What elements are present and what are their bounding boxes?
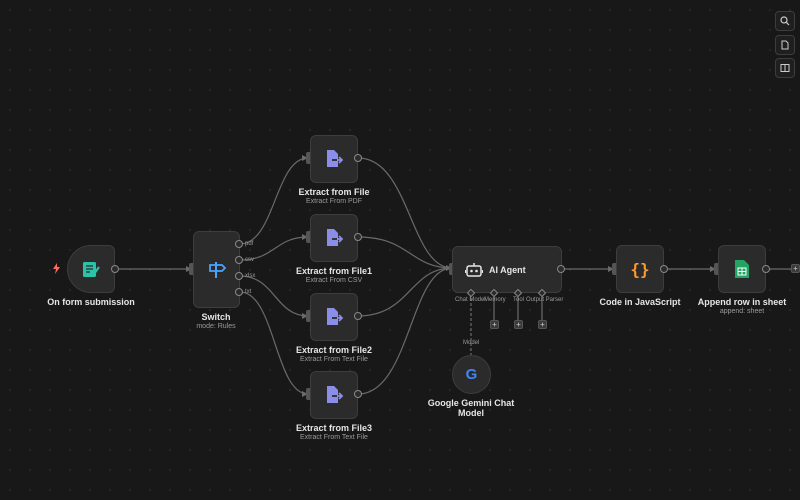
node-google-gemini-chat-model[interactable]: G — [452, 355, 491, 394]
lightning-icon — [53, 263, 60, 274]
file-export-icon — [327, 229, 344, 246]
port-label: txt — [245, 289, 252, 295]
node-subtitle: Extract From Text File — [300, 356, 368, 363]
form-icon — [83, 262, 100, 277]
note-icon — [781, 40, 789, 50]
agent-output-port[interactable] — [557, 265, 565, 273]
port-label: Tool — [513, 297, 525, 303]
node-extract-from-file2[interactable] — [310, 293, 358, 341]
node-title: Model — [458, 408, 484, 418]
node-title: Extract from File3 — [295, 423, 373, 433]
google-sheets-icon — [735, 260, 749, 278]
search-icon — [780, 16, 790, 26]
node-title: On form submission — [47, 297, 135, 307]
add-node-button[interactable]: + — [791, 264, 800, 273]
node-title: Extract from File1 — [295, 266, 373, 276]
panel-toggle-button[interactable] — [775, 58, 795, 78]
port-label: Output Parser — [526, 297, 564, 303]
node-subtitle: Extract From CSV — [305, 277, 363, 284]
sheet-output-port[interactable] — [762, 265, 770, 273]
switch-output-csv[interactable] — [235, 256, 243, 264]
node-subtitle: Extract From Text File — [300, 434, 368, 441]
node-subtitle: append: sheet — [719, 308, 765, 315]
node-subtitle: Extract From PDF — [305, 198, 362, 205]
node-extract-from-file[interactable] — [310, 135, 358, 183]
sticky-note-button[interactable] — [775, 35, 795, 55]
node-switch[interactable] — [193, 231, 240, 308]
add-output-parser-button[interactable]: + — [538, 320, 547, 329]
add-tool-button[interactable]: + — [514, 320, 523, 329]
file-export-icon — [327, 308, 344, 325]
signpost-icon — [208, 261, 226, 278]
switch-output-txt[interactable] — [235, 288, 243, 296]
code-output-port[interactable] — [660, 265, 668, 273]
node-title: Google Gemini Chat — [427, 398, 515, 408]
node-code-in-javascript[interactable]: {} — [616, 245, 664, 293]
robot-icon — [465, 262, 483, 277]
extract3-output-port[interactable] — [354, 390, 362, 398]
extract2-output-port[interactable] — [354, 312, 362, 320]
node-title: Switch — [201, 312, 231, 322]
code-braces-icon: {} — [630, 259, 650, 279]
connections — [118, 155, 792, 397]
node-on-form-submission[interactable] — [67, 245, 115, 293]
switch-output-pdf[interactable] — [235, 240, 243, 248]
port-label: csv — [245, 257, 254, 263]
port-label: Memory — [484, 297, 506, 303]
node-title: Append row in sheet — [697, 297, 787, 307]
extract-output-port[interactable] — [354, 154, 362, 162]
node-title: Extract from File — [298, 187, 370, 197]
node-append-row-in-sheet[interactable] — [718, 245, 766, 293]
port-label: Chat Model — [455, 297, 486, 303]
node-subtitle: mode: Rules — [196, 323, 236, 330]
form-output-port[interactable] — [111, 265, 119, 273]
port-label: xlsx — [245, 273, 256, 279]
port-label: pdf — [245, 241, 254, 247]
node-ai-agent[interactable]: AI Agent — [452, 246, 562, 293]
panel-icon — [780, 64, 790, 72]
connector-label: Model — [463, 340, 480, 346]
file-export-icon — [327, 150, 344, 167]
node-title: AI Agent — [489, 264, 526, 275]
file-export-icon — [327, 386, 344, 403]
node-extract-from-file1[interactable] — [310, 214, 358, 262]
node-extract-from-file3[interactable] — [310, 371, 358, 419]
node-title: Code in JavaScript — [599, 297, 681, 307]
extract1-output-port[interactable] — [354, 233, 362, 241]
google-icon: G — [465, 366, 478, 383]
switch-output-xlsx[interactable] — [235, 272, 243, 280]
node-title: Extract from File2 — [295, 345, 373, 355]
zoom-button[interactable] — [775, 11, 795, 31]
add-memory-button[interactable]: + — [490, 320, 499, 329]
